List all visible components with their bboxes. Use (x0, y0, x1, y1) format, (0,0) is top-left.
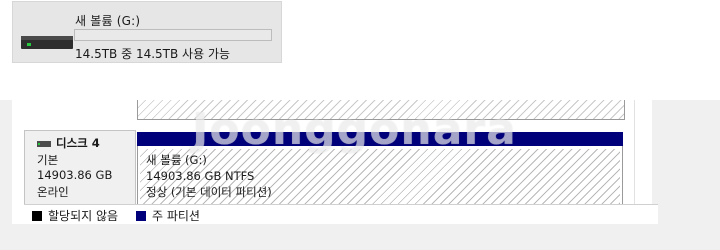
disk-name-row: 디스크 4 (37, 135, 100, 151)
partition-g[interactable]: 새 볼륨 (G:) 14903.86 GB NTFS 정상 (기본 데이터 파티… (137, 146, 623, 206)
legend-unallocated: 할당되지 않음 (32, 207, 118, 224)
drive-name: 새 볼륨 (G:) (75, 14, 141, 28)
legend-primary: 주 파티션 (136, 207, 200, 224)
drive-tile-g[interactable]: 새 볼륨 (G:) 14.5TB 중 14.5TB 사용 가능 (12, 1, 282, 63)
disk-management-panel: 디스크 4 기본 14903.86 GB 온라인 새 볼륨 (G:) 14903… (0, 100, 720, 250)
drive-icon (21, 36, 73, 49)
drive-usage-bar (74, 29, 272, 41)
drive-usage-text: 14.5TB 중 14.5TB 사용 가능 (75, 47, 231, 61)
legend-swatch-primary (136, 210, 146, 221)
legend-swatch-unallocated (32, 210, 42, 221)
disk-icon (37, 140, 51, 147)
previous-disk-partition[interactable] (137, 100, 625, 120)
partition-header-bar (137, 132, 623, 146)
disk-name: 디스크 4 (56, 136, 100, 150)
legend-label-unallocated: 할당되지 않음 (48, 209, 119, 223)
partition-details: 새 볼륨 (G:) 14903.86 GB NTFS 정상 (기본 데이터 파티… (146, 152, 272, 200)
legend: 할당되지 않음 주 파티션 (24, 204, 658, 224)
partition-name: 새 볼륨 (G:) (146, 153, 207, 167)
disk-capacity: 14903.86 GB (37, 168, 113, 182)
legend-label-primary: 주 파티션 (152, 209, 200, 223)
disk-label-4[interactable]: 디스크 4 기본 14903.86 GB 온라인 (24, 130, 136, 206)
partition-size-fs: 14903.86 GB NTFS (146, 169, 255, 183)
partition-status: 정상 (기본 데이터 파티션) (146, 185, 272, 199)
disk-type: 기본 (37, 153, 59, 167)
disk-map-area[interactable]: 디스크 4 기본 14903.86 GB 온라인 새 볼륨 (G:) 14903… (12, 100, 658, 224)
disk-status: 온라인 (37, 185, 69, 199)
